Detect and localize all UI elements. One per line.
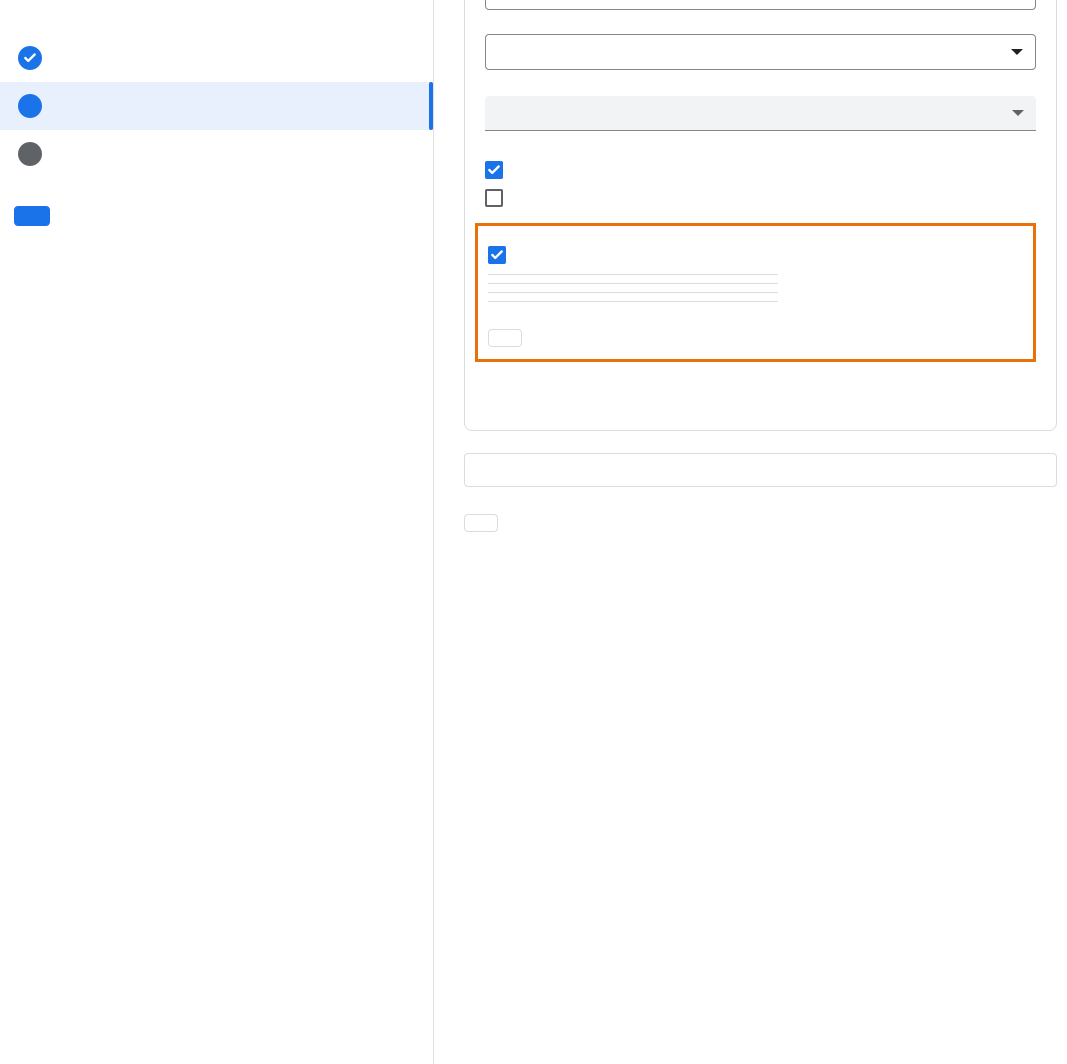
left-actions: [0, 178, 433, 254]
check-icon: [18, 46, 42, 70]
step-model-monitoring[interactable]: [0, 130, 433, 178]
deploy-button[interactable]: [14, 206, 50, 226]
service-account-select[interactable]: [485, 96, 1036, 131]
chevron-down-icon: [1012, 110, 1024, 116]
left-panel: [0, 0, 434, 1064]
explainability-highlight: [475, 223, 1036, 362]
edit-button[interactable]: [488, 329, 522, 347]
accelerator-type-select[interactable]: [485, 34, 1036, 70]
table-row: [488, 284, 778, 293]
table-row: [488, 293, 778, 302]
right-panel: [434, 0, 1067, 1064]
step-number-icon: [18, 142, 42, 166]
settings-card: [464, 0, 1057, 431]
step-define-endpoint[interactable]: [0, 34, 433, 82]
access-logging-checkbox-row[interactable]: [485, 161, 1036, 179]
container-logging-checkbox-row[interactable]: [485, 189, 1036, 207]
checkbox-icon: [488, 246, 506, 264]
chevron-down-icon: [1011, 49, 1023, 55]
step-model-settings[interactable]: [0, 82, 433, 130]
table-row: [488, 275, 778, 284]
explain-table: [488, 274, 778, 302]
checkbox-icon: [485, 189, 503, 207]
page-title: [0, 10, 433, 34]
prev-field-bottom[interactable]: [485, 0, 1036, 10]
feature-attributions-checkbox-row[interactable]: [488, 246, 1023, 264]
checkbox-icon: [485, 161, 503, 179]
step-number-icon: [18, 94, 42, 118]
add-item-button[interactable]: [464, 453, 1057, 487]
continue-button[interactable]: [464, 514, 498, 532]
